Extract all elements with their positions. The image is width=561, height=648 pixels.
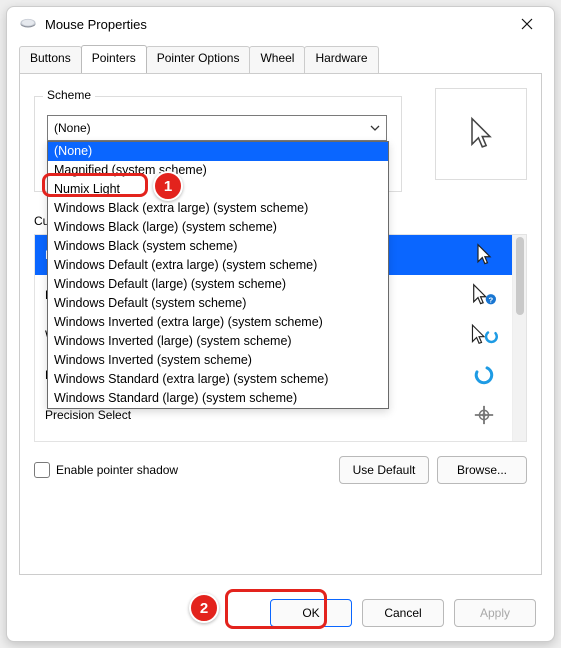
apply-button[interactable]: Apply <box>454 599 536 627</box>
annotation-badge-1: 1 <box>153 171 183 201</box>
titlebar: Mouse Properties <box>7 7 554 41</box>
cursor-icon <box>466 243 502 267</box>
crosshair-icon <box>466 404 502 426</box>
scroll-thumb[interactable] <box>516 237 524 315</box>
scheme-option[interactable]: Windows Black (large) (system scheme) <box>48 218 388 237</box>
browse-button[interactable]: Browse... <box>437 456 527 484</box>
tabs-bar: Buttons Pointers Pointer Options Wheel H… <box>7 45 554 73</box>
ok-button[interactable]: OK <box>270 599 352 627</box>
mouse-properties-window: Mouse Properties Buttons Pointers Pointe… <box>6 6 555 642</box>
scheme-legend: Scheme <box>43 88 95 102</box>
pointer-preview <box>435 88 527 180</box>
scheme-option[interactable]: Windows Default (extra large) (system sc… <box>48 256 388 275</box>
tab-wheel[interactable]: Wheel <box>249 46 305 74</box>
scheme-option[interactable]: Windows Black (system scheme) <box>48 237 388 256</box>
cancel-button[interactable]: Cancel <box>362 599 444 627</box>
cursor-help-icon: ? <box>466 283 502 307</box>
scheme-option[interactable]: Numix Light <box>48 180 388 199</box>
tab-hardware[interactable]: Hardware <box>304 46 378 74</box>
enable-shadow-checkbox[interactable] <box>34 462 50 478</box>
scheme-option[interactable]: Windows Default (large) (system scheme) <box>48 275 388 294</box>
scheme-option[interactable]: Windows Black (extra large) (system sche… <box>48 199 388 218</box>
scrollbar[interactable] <box>512 235 526 441</box>
scheme-option[interactable]: Magnified (system scheme) <box>48 161 388 180</box>
tab-pane: Scheme (None) (None) Magnified (system s… <box>19 73 542 575</box>
mouse-icon <box>19 17 37 31</box>
chevron-down-icon <box>370 123 380 134</box>
scheme-current-value: (None) <box>54 121 91 135</box>
scheme-option[interactable]: Windows Standard (large) (system scheme) <box>48 389 388 408</box>
tab-buttons[interactable]: Buttons <box>19 46 82 74</box>
scheme-section: Scheme (None) (None) Magnified (system s… <box>34 88 527 192</box>
close-button[interactable] <box>510 9 544 39</box>
list-item-label: Precision Select <box>45 408 466 422</box>
scheme-option[interactable]: Windows Inverted (large) (system scheme) <box>48 332 388 351</box>
tab-pointer-options[interactable]: Pointer Options <box>146 46 251 74</box>
use-default-button[interactable]: Use Default <box>339 456 429 484</box>
dialog-buttons: OK Cancel Apply <box>7 585 554 641</box>
scheme-dropdown-list[interactable]: (None) Magnified (system scheme) Numix L… <box>47 141 389 409</box>
options-row: Enable pointer shadow Use Default Browse… <box>34 456 527 484</box>
scheme-option[interactable]: Windows Standard (extra large) (system s… <box>48 370 388 389</box>
scheme-option[interactable]: (None) <box>48 142 388 161</box>
annotation-badge-2: 2 <box>189 593 219 623</box>
enable-shadow-label: Enable pointer shadow <box>56 463 178 477</box>
scheme-option[interactable]: Windows Inverted (extra large) (system s… <box>48 313 388 332</box>
scheme-combobox[interactable]: (None) (None) Magnified (system scheme) … <box>47 115 387 141</box>
window-title: Mouse Properties <box>45 17 147 32</box>
svg-text:?: ? <box>488 296 493 305</box>
busy-circle-icon <box>466 363 502 387</box>
scheme-option[interactable]: Windows Default (system scheme) <box>48 294 388 313</box>
close-icon <box>521 18 533 30</box>
cursor-icon <box>467 116 495 152</box>
scheme-option[interactable]: Windows Inverted (system scheme) <box>48 351 388 370</box>
cursor-busy-icon <box>466 323 502 347</box>
tab-pointers[interactable]: Pointers <box>81 45 147 73</box>
